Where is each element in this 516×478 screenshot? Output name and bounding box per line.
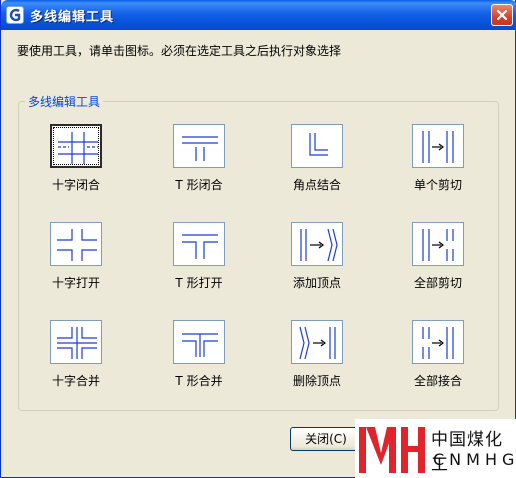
tool-cut-single-button[interactable] [412,124,464,168]
tool-label: 十字合并 [51,374,100,388]
add-vertex-icon [300,228,338,262]
tool-cut-all-button[interactable] [412,222,464,266]
tool-cross-closed-button[interactable] [50,124,102,168]
tee-open-icon [182,234,218,259]
tool-label: 角点结合 [292,178,341,192]
tool-label: T 形打开 [175,276,223,290]
tool-label: 十字闭合 [51,178,100,192]
tee-merged-icon [182,333,218,357]
tool-label: 十字打开 [51,276,100,290]
cut-single-icon [422,131,454,163]
corner-joint-icon [309,133,328,156]
tool-label: T 形闭合 [175,178,223,192]
tool-label: 单个剪切 [413,178,462,192]
close-button[interactable]: 关闭(C) [290,427,362,451]
tool-weld-all-button[interactable] [412,320,464,364]
group-legend: 多线编辑工具 [25,93,104,110]
tool-cross-open-button[interactable] [50,222,102,266]
tee-closed-icon [182,136,218,161]
tool-label: 全部剪切 [413,276,462,290]
tool-tee-open-button[interactable] [173,222,225,266]
title-bar[interactable]: 多线编辑工具 [1,0,516,30]
tool-label: T 形合并 [175,374,223,388]
tool-label: 删除顶点 [292,374,341,388]
tool-add-vertex-button[interactable] [291,222,343,266]
tool-label: 全部接合 [413,374,462,388]
tool-corner-joint-button[interactable] [291,124,343,168]
tool-cross-merged-button[interactable] [50,320,102,364]
cross-merged-icon [57,327,97,359]
multiline-edit-dialog: 多线编辑工具 要使用工具，请单击图标。必须在选定工具之后执行对象选择 多线编辑工… [0,0,516,478]
cross-closed-icon [58,132,98,164]
window-title: 多线编辑工具 [30,10,115,25]
tool-label: 添加顶点 [292,276,341,290]
delete-vertex-icon [299,326,336,360]
instructions-text: 要使用工具，请单击图标。必须在选定工具之后执行对象选择 [17,44,342,58]
tool-tee-closed-button[interactable] [173,124,225,168]
cut-all-icon [422,229,454,261]
close-window-button[interactable] [491,4,513,26]
watermark: 中国煤化工 CNMHG [355,419,516,478]
watermark-en-text: CNMHG [433,450,516,469]
cross-open-icon [57,229,97,261]
tool-delete-vertex-button[interactable] [291,320,343,364]
tool-tee-merged-button[interactable] [173,320,225,364]
close-icon [496,9,508,21]
weld-all-icon [422,327,454,359]
watermark-logo [359,427,425,473]
app-icon [6,6,24,24]
